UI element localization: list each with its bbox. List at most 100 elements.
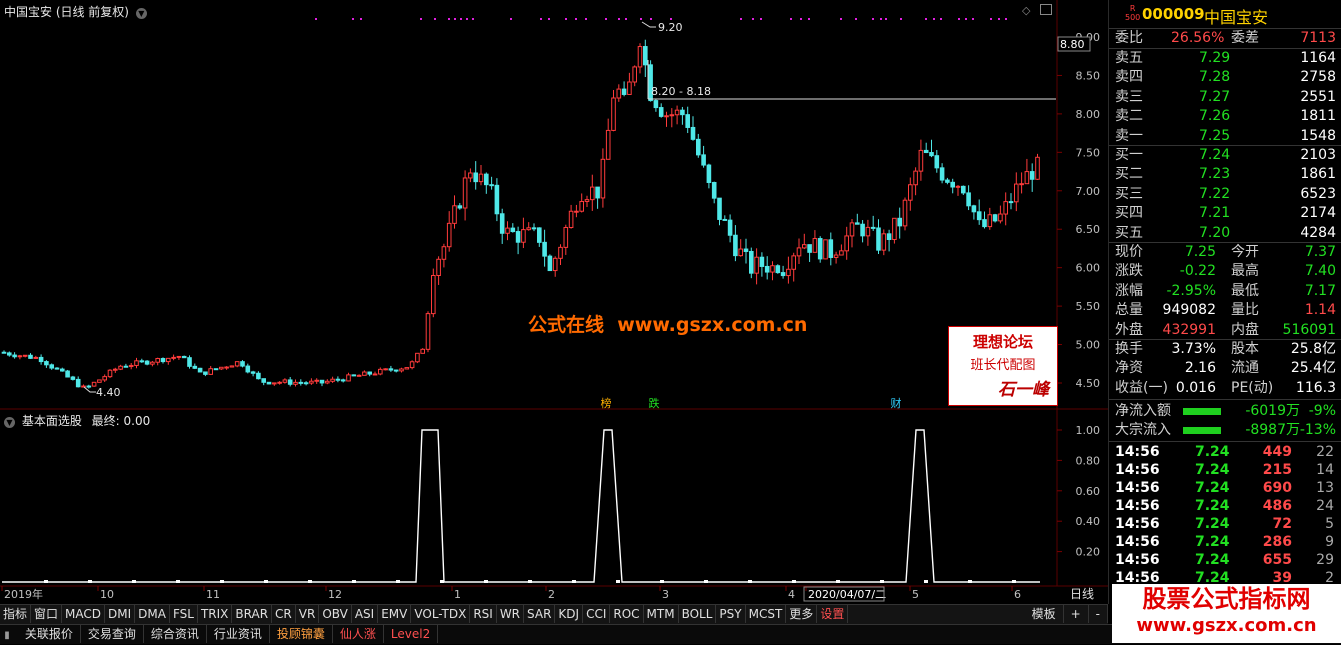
signal-dot: [360, 18, 362, 20]
tick-price: 7.24: [1195, 462, 1230, 478]
window-toggle-icon[interactable]: [1040, 4, 1052, 15]
chevron-down-icon[interactable]: ▼: [4, 417, 15, 428]
menu-icon[interactable]: ▮: [0, 627, 14, 645]
indicator-item[interactable]: WR: [497, 605, 525, 623]
candle-body: [335, 378, 341, 381]
brand-banner: 股票公式指标网 www.gszx.com.cn: [1112, 584, 1341, 643]
candle-body: [775, 265, 781, 274]
candle-body: [325, 380, 330, 384]
candle-body: [950, 181, 956, 188]
event-marker[interactable]: 跌: [649, 396, 660, 410]
indicator-item[interactable]: TRIX: [198, 605, 233, 623]
y-tick-label: 6.50: [1076, 223, 1101, 236]
candle-body: [616, 88, 622, 99]
kline-chart[interactable]: 9.008.508.007.507.006.506.005.505.004.50…: [0, 0, 1108, 604]
tick-volume: 486: [1262, 498, 1292, 514]
bottom-tab[interactable]: 交易查询: [81, 625, 144, 643]
tick-row[interactable]: 14:56 7.24 486 24: [1109, 497, 1341, 515]
tick-count: 29: [1316, 552, 1334, 568]
candle-body: [1008, 201, 1014, 204]
indicator-item[interactable]: CR: [272, 605, 296, 623]
indicator-item[interactable]: DMI: [105, 605, 136, 623]
stat2-value: 116.3: [1295, 379, 1336, 396]
indicator-right-item[interactable]: -: [1089, 605, 1108, 623]
candle-body: [1024, 171, 1030, 185]
y-tick-label: 7.00: [1076, 185, 1101, 198]
candle-body: [865, 226, 871, 237]
indicator-item[interactable]: MACD: [62, 605, 106, 623]
signal-dot: [640, 18, 642, 20]
candle-body: [118, 365, 123, 370]
kline-chart-area[interactable]: 9.008.508.007.507.006.506.005.505.004.50…: [0, 0, 1108, 604]
candle-body: [7, 352, 12, 356]
y-tick-label: 5.00: [1076, 339, 1101, 352]
bottom-tab[interactable]: 仙人涨: [333, 625, 384, 643]
period-label[interactable]: 日线: [1070, 587, 1094, 601]
indicator-item[interactable]: MCST: [746, 605, 787, 623]
indicator-dot: [616, 580, 620, 583]
stat-value: 432991: [1162, 321, 1216, 338]
indicator-item[interactable]: PSY: [716, 605, 746, 623]
indicator-item[interactable]: SAR: [524, 605, 556, 623]
tick-row[interactable]: 14:56 7.24 286 9: [1109, 533, 1341, 551]
indicator-right-item[interactable]: +: [1064, 605, 1089, 623]
tick-row[interactable]: 14:56 7.24 72 5: [1109, 515, 1341, 533]
event-marker[interactable]: 榜: [601, 396, 612, 410]
indicator-item[interactable]: 窗口: [31, 605, 63, 623]
flow-pct: -13%: [1299, 422, 1336, 439]
chevron-down-icon[interactable]: ▼: [135, 8, 147, 19]
signal-dot: [885, 18, 887, 20]
indicator-dot: [132, 580, 136, 583]
candle-body: [102, 376, 108, 381]
tick-row[interactable]: 14:56 7.24 449 22: [1109, 443, 1341, 461]
indicator-dot: [440, 580, 444, 583]
bids-row: 买四 7.21 2174: [1109, 204, 1341, 223]
indicator-item[interactable]: OBV: [319, 605, 352, 623]
indicator-item[interactable]: VR: [296, 605, 320, 623]
indicator-item[interactable]: VOL-TDX: [411, 605, 471, 623]
indicator-dot: [396, 580, 400, 583]
indicator-item[interactable]: FSL: [170, 605, 198, 623]
candle-body: [590, 186, 595, 201]
candle-body: [293, 381, 298, 385]
indicator-item[interactable]: EMV: [378, 605, 412, 623]
indicator-item[interactable]: BOLL: [679, 605, 717, 623]
bottom-tab[interactable]: 投顾锦囊: [270, 625, 333, 643]
tick-row[interactable]: 14:56 7.24 655 29: [1109, 551, 1341, 569]
indicator-item[interactable]: KDJ: [555, 605, 584, 623]
tick-row[interactable]: 14:56 7.24 690 13: [1109, 479, 1341, 497]
candle-body: [287, 379, 293, 385]
indicator-item[interactable]: BRAR: [232, 605, 273, 623]
event-marker[interactable]: 财: [891, 396, 902, 410]
candle-body: [81, 385, 86, 388]
indicator-item[interactable]: CCI: [583, 605, 611, 623]
candle-body: [992, 214, 998, 222]
bottom-tab[interactable]: Level2: [384, 625, 439, 643]
candle-body: [934, 155, 940, 169]
indicator-right-item[interactable]: 模板: [1025, 605, 1064, 623]
indicator-item[interactable]: ROC: [610, 605, 644, 623]
y-tick-label: 6.00: [1076, 262, 1101, 275]
indicator-item[interactable]: ASI: [352, 605, 379, 623]
indicator-item[interactable]: DMA: [135, 605, 170, 623]
candle-body: [176, 355, 182, 358]
stat-value: 7.40: [1304, 263, 1336, 280]
bottom-tab[interactable]: 关联报价: [18, 625, 81, 643]
indicator-item[interactable]: 设置: [817, 605, 849, 623]
indicator-item[interactable]: 指标: [0, 605, 32, 623]
candle-body: [558, 246, 563, 259]
flow-label: 净流入额: [1115, 403, 1171, 419]
bottom-tab[interactable]: 综合资讯: [144, 625, 207, 643]
signal-dot: [808, 18, 810, 20]
indicator-item[interactable]: MTM: [644, 605, 679, 623]
candle-body: [298, 381, 304, 384]
x-tick-label: 11: [206, 588, 220, 601]
candle-body: [12, 354, 17, 358]
signal-dot: [1005, 18, 1007, 20]
bottom-tab[interactable]: 行业资讯: [207, 625, 270, 643]
diamond-icon[interactable]: ◇: [1022, 4, 1030, 17]
indicator-item[interactable]: 更多: [786, 605, 818, 623]
indicator-item[interactable]: RSI: [470, 605, 497, 623]
candle-body: [759, 256, 765, 267]
tick-row[interactable]: 14:56 7.24 215 14: [1109, 461, 1341, 479]
